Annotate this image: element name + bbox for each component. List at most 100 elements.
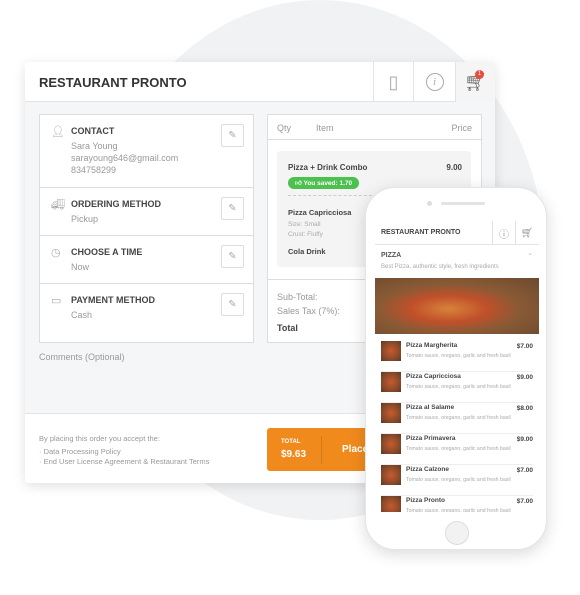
ordering-value: Pickup [71,214,99,224]
menu-item-desc: Tomato sauce, oregano, garlic and fresh … [406,384,511,390]
mobile-cart-button[interactable]: 🛒︎ [515,221,538,245]
menu-item[interactable]: Pizza Pronto $7.00 Tomato sauce, oregano… [381,496,533,512]
cart-count-badge: 1 [475,70,484,79]
phone-screen: RESTAURANT PRONTO ⓘ 🛒︎ PIZZA ⌄ Best Pizz… [375,221,539,512]
menu-item-desc: Tomato sauce, oregano, garlic and fresh … [406,477,511,483]
item2-name: Cola Drink [288,247,326,256]
edit-time-button[interactable]: ✎ [221,245,244,268]
edit-ordering-button[interactable]: ✎ [221,197,244,220]
category-title: PIZZA [381,252,402,259]
cart-button[interactable]: 🛒︎ 1 [455,62,495,102]
edit-payment-button[interactable]: ✎ [221,293,244,316]
pencil-icon: ✎ [228,251,237,262]
pizza-thumbnail [381,465,401,485]
menu-item[interactable]: Pizza Calzone $7.00 Tomato sauce, oregan… [381,465,533,496]
data-policy-link[interactable]: Data Processing Policy [44,447,121,456]
pencil-icon: ✎ [228,203,237,214]
menu-item[interactable]: Pizza al Salame $8.00 Tomato sauce, oreg… [381,403,533,434]
truck-icon: 🚚︎ [51,199,65,211]
menu-item-desc: Tomato sauce, oregano, garlic and fresh … [406,508,511,512]
user-icon: 👤︎ [51,126,65,138]
menu-book-button[interactable]: ▯ [373,62,413,102]
subtotal-label: Sub-Total: [277,292,318,302]
payment-label: PAYMENT METHOD [71,295,156,305]
chevron-down-icon[interactable]: ⌄ [527,249,533,257]
combo-price: 9.00 [446,163,462,172]
menu-item-name: Pizza Calzone [406,466,449,473]
saved-badge: 👍︎ You saved: 1.70 [288,177,360,189]
total-caption: TOTAL [281,439,301,445]
phone-speaker [441,202,485,205]
menu-item-name: Pizza Primavera [406,435,456,442]
menu-item-name: Pizza Pronto [406,497,446,504]
menu-item-price: $8.00 [516,405,533,412]
menu-item[interactable]: Pizza Capricciosa $9.00 Tomato sauce, or… [381,372,533,403]
payment-section: ▭ PAYMENT METHOD Cash ✎ [40,284,253,342]
menu-item-desc: Tomato sauce, oregano, garlic and fresh … [406,415,511,421]
pizza-banner-image [375,278,539,334]
total-label: Total [277,323,298,333]
info-icon: i [425,73,444,91]
qty-header: Qty [277,123,292,133]
contact-phone: 834758299 [71,165,117,175]
contact-values: Sara Young sarayoung646@gmail.com 83475829… [71,140,178,176]
payment-value: Cash [71,310,93,320]
time-section: ◷ CHOOSE A TIME Now ✎ [40,236,253,284]
menu-item-price: $9.00 [516,436,533,443]
order-details: 👤︎ CONTACT Sara Young sarayoung646@gmail.… [39,114,254,343]
cart-icon: 🛒︎ [520,227,534,239]
item-header: Item [316,123,334,133]
time-value: Now [71,262,90,272]
saved-text: You saved: 1.70 [303,180,353,187]
info-icon: ⓘ [499,229,509,241]
menu-item-price: $9.00 [516,374,533,381]
total-value: $9.63 [281,449,307,460]
ordering-label: ORDERING METHOD [71,199,161,209]
menu-item-name: Pizza Capricciosa [406,373,461,380]
menu-item-name: Pizza Margherita [406,342,458,349]
comments-field[interactable]: Comments (Optional) [39,352,125,362]
cart-header: Qty Item Price [268,115,481,140]
tax-label: Sales Tax (7%): [277,306,340,316]
menu-item-price: $7.00 [516,467,533,474]
mobile-header: RESTAURANT PRONTO ⓘ 🛒︎ [375,221,539,245]
contact-label: CONTACT [71,126,115,136]
item1-crust: Crust: Fluffy [288,231,323,238]
home-button[interactable] [445,521,469,545]
phone-camera [427,201,432,206]
combo-name: Pizza + Drink Combo [288,163,368,172]
mobile-info-button[interactable]: ⓘ [492,221,515,245]
menu-book-icon: ▯ [388,71,399,92]
menu-item-desc: Tomato sauce, oregano, garlic and fresh … [406,446,511,452]
pizza-thumbnail [381,434,401,454]
accept-text: By placing this order you accept the: [39,434,160,443]
ordering-section: 🚚︎ ORDERING METHOD Pickup ✎ [40,188,253,236]
app-title: RESTAURANT PRONTO [39,75,187,90]
menu-item-price: $7.00 [516,343,533,350]
phone-mockup: RESTAURANT PRONTO ⓘ 🛒︎ PIZZA ⌄ Best Pizz… [365,187,547,550]
item1-size: Size: Small [288,221,321,228]
menu-item-name: Pizza al Salame [406,404,455,411]
item1-name: Pizza Capricciosa [288,208,352,217]
contact-name: Sara Young [71,141,118,151]
price-header: Price [451,123,472,133]
pizza-thumbnail [381,372,401,392]
credit-card-icon: ▭ [51,295,62,307]
contact-section: 👤︎ CONTACT Sara Young sarayoung646@gmail.… [40,115,253,188]
header: RESTAURANT PRONTO ▯ i 🛒︎ 1 [25,62,495,102]
clock-icon: ◷ [51,247,61,259]
menu-item-desc: Tomato sauce, oregano, garlic and fresh … [406,353,511,359]
pizza-thumbnail [381,403,401,423]
menu-item[interactable]: Pizza Primavera $9.00 Tomato sauce, oreg… [381,434,533,465]
mobile-title: RESTAURANT PRONTO [381,229,461,236]
pizza-thumbnail [381,341,401,361]
category-desc: Best Pizza, authentic style, fresh ingre… [381,264,499,270]
pencil-icon: ✎ [228,130,237,141]
pizza-thumbnail [381,496,401,512]
info-button[interactable]: i [413,62,455,102]
menu-item[interactable]: Pizza Margherita $7.00 Tomato sauce, ore… [381,341,533,372]
edit-contact-button[interactable]: ✎ [221,124,244,147]
time-label: CHOOSE A TIME [71,247,143,257]
menu-item-price: $7.00 [516,498,533,505]
terms-link[interactable]: End User License Agreement & Restaurant … [44,457,210,466]
